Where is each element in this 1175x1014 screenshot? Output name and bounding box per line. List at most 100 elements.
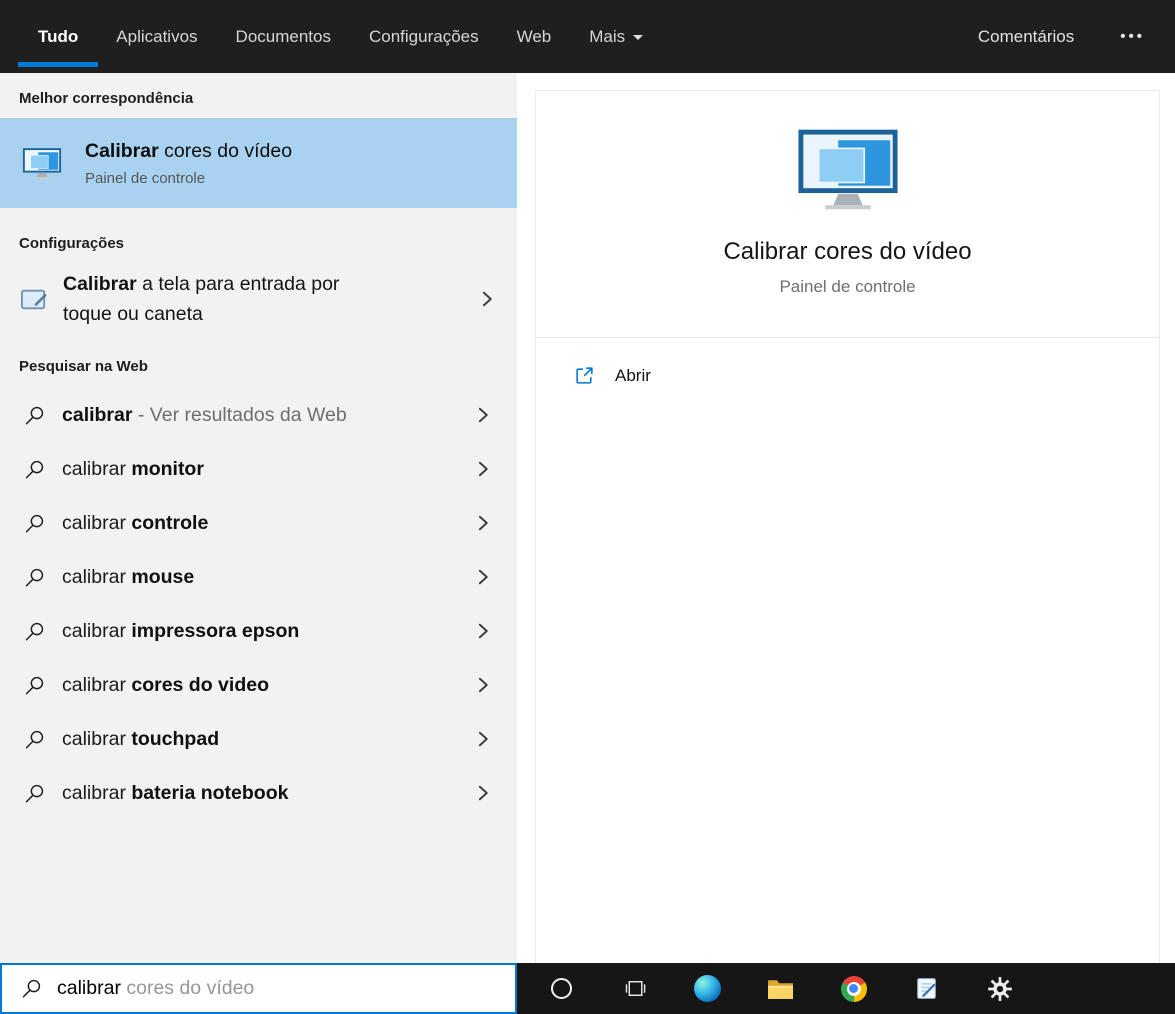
web-suggestion[interactable]: calibrar touchpad [0, 712, 517, 766]
chevron-right-icon[interactable] [473, 729, 493, 749]
best-match-subtitle: Painel de controle [85, 169, 206, 187]
web-suggestion[interactable]: calibrar controle [0, 496, 517, 550]
chevron-right-icon[interactable] [473, 783, 493, 803]
suggestion-rest: bateria notebook [131, 781, 289, 804]
suggestion-rest: - Ver resultados da Web [132, 403, 347, 426]
taskbar-icons [525, 963, 1036, 1014]
chrome-button[interactable] [817, 963, 890, 1014]
section-settings: Configurações [19, 235, 125, 252]
search-icon [25, 568, 44, 586]
cortana-button[interactable] [525, 963, 598, 1014]
tab-documentos-label: Documentos [235, 26, 331, 46]
search-header: Tudo Aplicativos Documentos Configuraçõe… [0, 0, 1175, 73]
web-suggestion[interactable]: calibrar monitor [0, 442, 517, 496]
suggestion-typed: calibrar [62, 403, 133, 426]
search-icon [25, 622, 44, 640]
taskbar: calibrar cores do vídeo [0, 963, 1175, 1014]
suggestion-rest: touchpad [131, 727, 220, 750]
tab-mais[interactable]: Mais [589, 26, 644, 47]
suggestion-typed: calibrar [62, 619, 132, 642]
edge-icon [694, 975, 721, 1002]
search-typed-text: calibrar [57, 977, 121, 999]
web-suggestion-text: calibrar mouse [62, 566, 194, 589]
best-match-result[interactable]: Calibrar cores do vídeo Painel de contro… [0, 118, 517, 208]
display-color-icon [22, 147, 62, 180]
best-match-text: Calibrar cores do vídeo Painel de contro… [85, 140, 292, 187]
task-view-icon [625, 981, 646, 996]
notes-button[interactable] [890, 963, 963, 1014]
chevron-right-icon[interactable] [473, 567, 493, 587]
open-action-label: Abrir [615, 365, 651, 385]
chevron-right-icon[interactable] [473, 459, 493, 479]
settings-gear-icon [987, 976, 1012, 1001]
web-suggestion-text: calibrar impressora epson [62, 620, 299, 643]
tab-documentos[interactable]: Documentos [236, 27, 331, 47]
search-input[interactable]: calibrar cores do vídeo [0, 963, 517, 1014]
web-suggestion-text: calibrar cores do video [62, 674, 269, 697]
search-icon [25, 460, 44, 478]
task-view-button[interactable] [598, 963, 671, 1014]
chevron-right-icon[interactable] [473, 621, 493, 641]
web-suggestion-text: calibrar - Ver resultados da Web [62, 404, 347, 427]
feedback-button[interactable]: Comentários [978, 27, 1074, 47]
preview-subtitle: Painel de controle [779, 277, 916, 296]
suggestion-typed: calibrar [62, 511, 132, 534]
web-suggestion[interactable]: calibrar bateria notebook [0, 766, 517, 820]
tab-tudo-label: Tudo [38, 26, 79, 46]
tablet-pen-icon [20, 289, 47, 310]
open-external-icon [576, 367, 593, 384]
tab-mais-label: Mais [589, 26, 626, 46]
tab-configuracoes[interactable]: Configurações [369, 27, 479, 47]
results-panel: Melhor correspondência Calibrar cores do… [0, 73, 517, 963]
preview-card-top: Calibrar cores do vídeo Painel de contro… [536, 91, 1159, 338]
chevron-right-icon[interactable] [473, 675, 493, 695]
section-web-search: Pesquisar na Web [19, 358, 148, 375]
overflow-menu-button[interactable]: ••• [1120, 28, 1145, 45]
tab-aplicativos-label: Aplicativos [116, 26, 198, 46]
chevron-right-icon[interactable] [477, 289, 497, 309]
open-action[interactable]: Abrir [536, 338, 1159, 386]
search-icon [22, 979, 41, 998]
tab-web[interactable]: Web [517, 27, 552, 47]
display-color-icon [796, 127, 900, 212]
preview-title: Calibrar cores do vídeo [723, 238, 972, 265]
search-icon [25, 730, 44, 748]
tab-tudo[interactable]: Tudo [17, 26, 99, 67]
best-match-title: Calibrar cores do vídeo [85, 140, 292, 163]
edge-button[interactable] [671, 963, 744, 1014]
filter-tabs: Tudo Aplicativos Documentos Configuraçõe… [17, 26, 644, 67]
tab-aplicativos[interactable]: Aplicativos [116, 27, 197, 47]
file-explorer-button[interactable] [744, 963, 817, 1014]
dropdown-caret-icon [633, 34, 644, 45]
suggestion-rest: monitor [131, 457, 204, 480]
notes-icon [917, 978, 936, 999]
search-results-area: Melhor correspondência Calibrar cores do… [0, 73, 1175, 963]
search-icon [25, 784, 44, 802]
web-suggestion[interactable]: calibrar mouse [0, 550, 517, 604]
settings-result-title: Calibrar a tela para entrada por toque o… [63, 269, 393, 329]
search-icon [25, 514, 44, 532]
suggestion-typed: calibrar [62, 727, 132, 750]
web-suggestion-text: calibrar bateria notebook [62, 782, 288, 805]
settings-button[interactable] [963, 963, 1036, 1014]
suggestion-typed: calibrar [62, 673, 132, 696]
web-suggestion[interactable]: calibrar - Ver resultados da Web [0, 388, 517, 442]
web-suggestion[interactable]: calibrar cores do video [0, 658, 517, 712]
suggestion-rest: mouse [131, 565, 195, 588]
preview-card: Calibrar cores do vídeo Painel de contro… [535, 90, 1160, 963]
chevron-right-icon[interactable] [473, 405, 493, 425]
web-suggestion[interactable]: calibrar impressora epson [0, 604, 517, 658]
suggestion-typed: calibrar [62, 565, 132, 588]
file-explorer-icon [768, 980, 793, 999]
suggestion-typed: calibrar [62, 781, 132, 804]
suggestion-rest: cores do video [131, 673, 269, 696]
search-icon [25, 676, 44, 694]
tab-web-label: Web [516, 26, 552, 46]
suggestion-typed: calibrar [62, 457, 132, 480]
chrome-icon [840, 975, 867, 1002]
search-input-text: calibrar cores do vídeo [57, 977, 254, 1000]
tab-configuracoes-label: Configurações [368, 26, 479, 46]
best-match-title-rest: cores do vídeo [158, 139, 293, 162]
settings-result[interactable]: Calibrar a tela para entrada por toque o… [0, 263, 517, 335]
chevron-right-icon[interactable] [473, 513, 493, 533]
